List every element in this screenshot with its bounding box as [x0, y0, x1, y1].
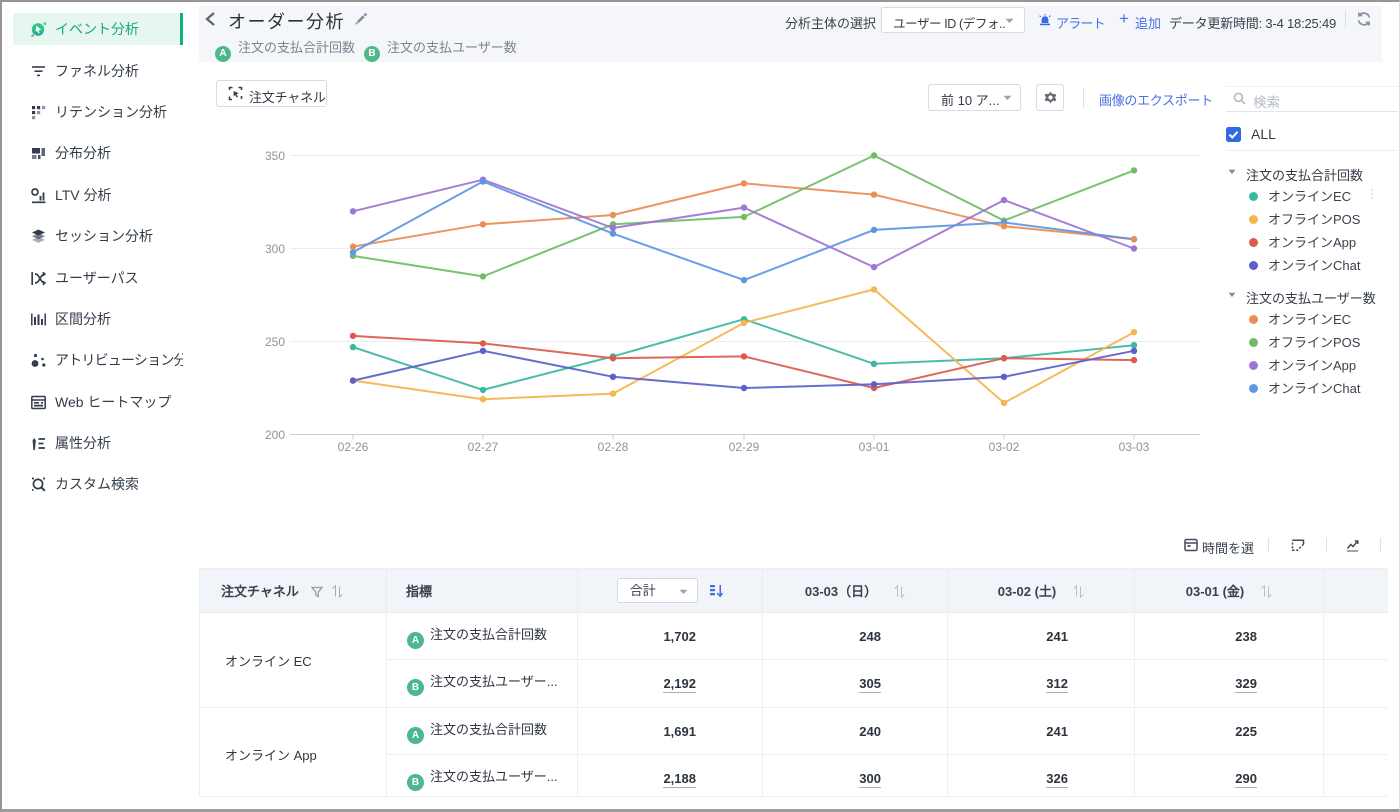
svg-text:02-27: 02-27	[468, 440, 499, 454]
svg-text:02-29: 02-29	[729, 440, 760, 454]
svg-text:300: 300	[265, 242, 285, 256]
svg-text:350: 350	[265, 149, 285, 163]
svg-text:250: 250	[265, 335, 285, 349]
svg-text:03-02: 03-02	[989, 440, 1020, 454]
svg-text:02-26: 02-26	[338, 440, 369, 454]
svg-text:03-03: 03-03	[1119, 440, 1150, 454]
svg-text:02-28: 02-28	[598, 440, 629, 454]
svg-text:03-01: 03-01	[859, 440, 890, 454]
svg-text:200: 200	[265, 428, 285, 442]
